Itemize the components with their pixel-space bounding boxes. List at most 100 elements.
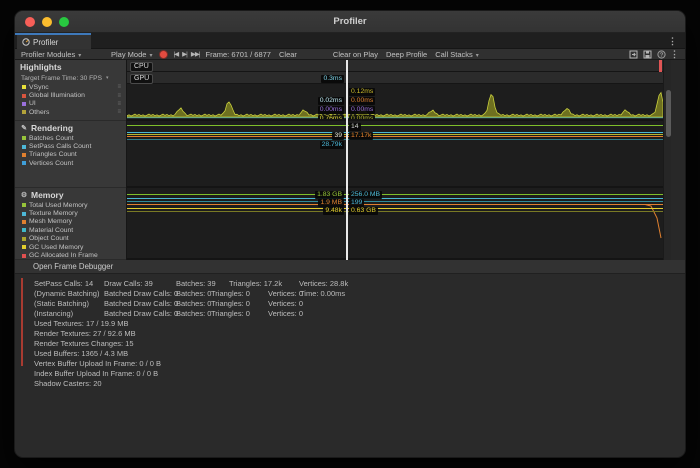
stat-cell: Batched Draw Calls: 0 xyxy=(104,289,176,299)
memory-header[interactable]: ⚙Memory xyxy=(15,188,126,201)
toolbar-menu-kebab-icon[interactable]: ⋮ xyxy=(670,49,679,59)
zoom-window-button[interactable] xyxy=(59,17,69,27)
legend-item-vsync[interactable]: VSync≡ xyxy=(15,83,126,91)
window-titlebar[interactable]: Profiler xyxy=(15,11,685,33)
stat-cell: Batches: 39 xyxy=(176,279,229,289)
stat-line: Index Buffer Upload In Frame: 0 / 0 B xyxy=(34,369,685,379)
legend-swatch xyxy=(22,228,26,232)
legend-item-gc-allocated-in-frame[interactable]: GC Allocated In Frame xyxy=(15,251,126,259)
frame-value-label: 1.83 GB xyxy=(315,191,344,199)
legend-swatch xyxy=(22,102,26,106)
legend-swatch xyxy=(22,254,26,258)
chart-series-line xyxy=(127,194,663,195)
legend-swatch xyxy=(22,237,26,241)
charts-scrollbar-thumb[interactable] xyxy=(666,90,671,137)
legend-swatch xyxy=(22,136,26,140)
deep-profile-toggle[interactable]: Deep Profile xyxy=(382,49,431,60)
rendering-chart[interactable]: 1417.17k3928.79k xyxy=(127,121,663,188)
legend-item-triangles-count[interactable]: Triangles Count xyxy=(15,151,126,159)
minimize-window-button[interactable] xyxy=(42,17,52,27)
call-stacks-dropdown[interactable]: Call Stacks xyxy=(431,49,483,60)
frame-value-label: 0.3ms xyxy=(321,75,344,83)
rendering-header[interactable]: ✎Rendering xyxy=(15,121,126,134)
frame-value-label: 14 xyxy=(349,123,361,131)
gpu-chip[interactable]: GPU xyxy=(130,74,153,84)
stat-cell: (Instancing) xyxy=(34,309,104,319)
legend-swatch xyxy=(22,212,26,216)
legend-item-object-count[interactable]: Object Count xyxy=(15,235,126,243)
stats-row: SetPass Calls: 14Draw Calls: 39Batches: … xyxy=(34,279,685,289)
legend-item-setpass-calls-count[interactable]: SetPass Calls Count xyxy=(15,142,126,150)
module-section-memory[interactable]: ⚙MemoryTotal Used MemoryTexture MemoryMe… xyxy=(15,188,126,260)
legend-label: UI xyxy=(29,100,36,107)
drag-handle-icon[interactable]: ≡ xyxy=(117,84,121,90)
open-frame-debugger-button[interactable]: Open Frame Debugger xyxy=(15,260,685,274)
close-window-button[interactable] xyxy=(25,17,35,27)
stat-cell: (Dynamic Batching) xyxy=(34,289,104,299)
stat-line: Vertex Buffer Upload In Frame: 0 / 0 B xyxy=(34,359,685,369)
chart-series-line xyxy=(127,134,663,135)
chart-series-line xyxy=(127,139,663,140)
drag-handle-icon[interactable]: ≡ xyxy=(117,93,121,99)
highlights-chart[interactable]: CPUGPU0.3ms0.12ms0.00ms0.00ms0.00ms0.02m… xyxy=(127,60,663,121)
help-icon[interactable]: ? xyxy=(656,49,666,59)
legend-item-material-count[interactable]: Material Count xyxy=(15,226,126,234)
legend-label: Object Count xyxy=(29,235,69,242)
legend-item-gc-used-memory[interactable]: GC Used Memory xyxy=(15,243,126,251)
legend-item-global-illumination[interactable]: Global Illumination≡ xyxy=(15,91,126,99)
chart-series-line xyxy=(127,136,663,137)
traffic-lights xyxy=(25,17,69,27)
legend-item-total-used-memory[interactable]: Total Used Memory xyxy=(15,201,126,209)
highlights-header[interactable]: Highlights xyxy=(15,60,126,73)
frame-value-label: 28.79k xyxy=(320,141,344,149)
profiler-toolbar: Profiler Modules Play Mode |◀ ▶| ▶▶| Fra… xyxy=(15,49,685,60)
module-section-rendering[interactable]: ✎RenderingBatches CountSetPass Calls Cou… xyxy=(15,121,126,188)
rendering-icon: ✎ xyxy=(20,124,28,132)
drag-handle-icon[interactable]: ≡ xyxy=(117,101,121,107)
frame-value-label: 17.17k xyxy=(349,132,373,140)
next-frame-button[interactable]: ▶| xyxy=(180,49,189,60)
legend-item-ui[interactable]: UI ≡ xyxy=(15,100,126,108)
chart-series-line xyxy=(127,204,663,205)
charts-scrollbar[interactable] xyxy=(663,60,671,260)
legend-item-batches-count[interactable]: Batches Count xyxy=(15,134,126,142)
memory-chart[interactable]: 1.83 GB1.9 MB9.48k256.0 MB1990.63 GB xyxy=(127,188,663,260)
clear-button[interactable]: Clear xyxy=(275,49,301,60)
stat-cell: Vertices: 0 xyxy=(268,309,300,319)
target-frame-time-dropdown[interactable]: Target Frame Time: 30 FPS▾ xyxy=(15,73,126,83)
save-profile-icon[interactable] xyxy=(642,49,652,59)
play-mode-dropdown[interactable]: Play Mode xyxy=(107,49,156,60)
rendering-title: Rendering xyxy=(31,123,73,133)
clear-on-play-toggle[interactable]: Clear on Play xyxy=(329,49,382,60)
charts-right-margin xyxy=(671,60,685,260)
legend-item-mesh-memory[interactable]: Mesh Memory xyxy=(15,218,126,226)
legend-label: Mesh Memory xyxy=(29,218,72,225)
current-frame-button[interactable]: ▶▶| xyxy=(189,49,202,60)
record-toggle-button[interactable] xyxy=(159,50,168,59)
legend-item-texture-memory[interactable]: Texture Memory xyxy=(15,209,126,217)
stat-cell: Batches: 0 xyxy=(176,309,211,319)
cpu-usage-area-chart xyxy=(127,84,663,121)
legend-item-others[interactable]: Others≡ xyxy=(15,108,126,116)
stat-cell: Draw Calls: 39 xyxy=(104,279,176,289)
cpu-chip[interactable]: CPU xyxy=(130,62,153,72)
tab-menu-kebab-icon[interactable]: ⋮ xyxy=(668,36,677,46)
load-profile-icon[interactable] xyxy=(628,49,638,59)
stats-row: (Dynamic Batching)Batched Draw Calls: 0B… xyxy=(34,289,685,299)
stat-line: Used Buffers: 1365 / 4.3 MB xyxy=(34,349,685,359)
chart-series-line xyxy=(127,208,663,209)
drag-handle-icon[interactable]: ≡ xyxy=(117,109,121,115)
legend-item-vertices-count[interactable]: Vertices Count xyxy=(15,159,126,167)
stat-cell: Triangles: 17.2k xyxy=(229,279,299,289)
gpu-row[interactable]: GPU xyxy=(127,72,663,84)
frame-playhead[interactable] xyxy=(346,60,348,260)
legend-swatch xyxy=(22,94,26,98)
stat-cell: (Static Batching) xyxy=(34,299,104,309)
cpu-row[interactable]: CPU xyxy=(127,60,663,72)
charts-area[interactable]: CPUGPU0.3ms0.12ms0.00ms0.00ms0.00ms0.02m… xyxy=(127,60,663,260)
previous-frame-button[interactable]: |◀ xyxy=(171,49,180,60)
profiler-modules-dropdown[interactable]: Profiler Modules xyxy=(17,49,107,60)
module-section-highlights[interactable]: HighlightsTarget Frame Time: 30 FPS▾VSyn… xyxy=(15,60,126,121)
tab-profiler[interactable]: Profiler xyxy=(17,33,91,49)
stat-line: Render Textures: 27 / 92.6 MB xyxy=(34,329,685,339)
